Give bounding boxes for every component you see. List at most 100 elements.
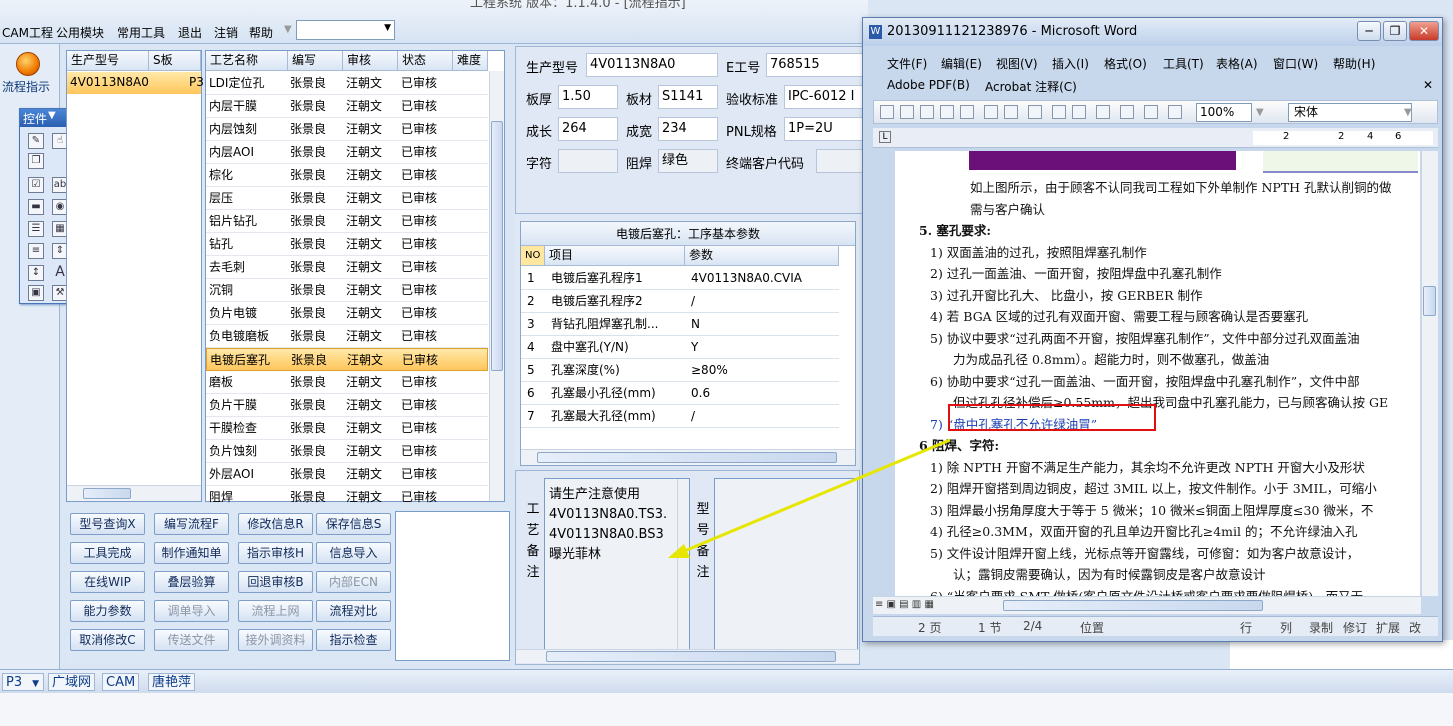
param-row[interactable]: 3 背钻孔阻焊塞孔制... N <box>521 313 839 336</box>
menu-combobox[interactable]: ▼ <box>296 20 395 40</box>
action-button[interactable]: 编写流程F <box>154 513 229 535</box>
power-icon[interactable] <box>16 52 40 76</box>
status-layer[interactable]: P3 ▼ <box>2 673 44 691</box>
action-button[interactable]: 修改信息R <box>238 513 313 535</box>
font-select[interactable]: 宋体 <box>1288 103 1412 122</box>
action-button[interactable]: 回退审核B <box>238 571 313 593</box>
copy-icon[interactable]: ❐ <box>28 153 44 169</box>
action-button[interactable]: 信息导入 <box>316 542 391 564</box>
word-titlebar[interactable]: W 20130911121238976 - Microsoft Word ─ ❐… <box>863 18 1442 46</box>
print-icon[interactable] <box>960 105 974 119</box>
table-row[interactable]: 电镀后塞孔 张景良 汪朝文 已审核 <box>206 348 488 371</box>
scroll-thumb[interactable] <box>546 651 836 662</box>
horizontal-scrollbar[interactable]: ≡ ▣ ▤ ▥ ▦ <box>873 596 1421 614</box>
table-row[interactable]: LDI定位孔 张景良 汪朝文 已审核 <box>206 72 488 95</box>
table-row[interactable]: 内层干膜 张景良 汪朝文 已审核 <box>206 95 488 118</box>
button-icon[interactable]: ▬ <box>28 199 44 215</box>
action-button[interactable]: 调单导入 <box>154 600 229 622</box>
table-row[interactable]: 负片电镀 张景良 汪朝文 已审核 <box>206 302 488 325</box>
param-row[interactable]: 4 盘中塞孔(Y/N) Y <box>521 336 839 359</box>
table-row[interactable]: 干膜检查 张景良 汪朝文 已审核 <box>206 417 488 440</box>
word-menu-item[interactable]: Adobe PDF(B) <box>887 78 970 92</box>
word-menu-item[interactable]: 表格(A) <box>1216 55 1258 72</box>
param-row[interactable]: 1 电镀后塞孔程序1 4V0113N8A0.CVIA <box>521 267 839 290</box>
param-row[interactable]: 6 孔塞最小孔径(mm) 0.6 <box>521 382 839 405</box>
table-row[interactable]: 层压 张景良 汪朝文 已审核 <box>206 187 488 210</box>
paste-icon[interactable] <box>1072 105 1086 119</box>
table-row[interactable]: 内层蚀刻 张景良 汪朝文 已审核 <box>206 118 488 141</box>
menu-common-tools[interactable]: 常用工具 <box>117 24 165 41</box>
table-row[interactable]: 去毛刺 张景良 汪朝文 已审核 <box>206 256 488 279</box>
width-field[interactable]: 234 <box>658 117 718 141</box>
word-menu-item[interactable]: 帮助(H) <box>1333 55 1375 72</box>
table-row[interactable]: 铝片钻孔 张景良 汪朝文 已审核 <box>206 210 488 233</box>
menu-logout[interactable]: 注销 <box>214 24 238 41</box>
col-header-difficulty[interactable]: 难度 <box>453 51 488 71</box>
menu-exit[interactable]: 退出 <box>178 24 202 41</box>
word-menu-item[interactable]: 文件(F) <box>887 55 927 72</box>
thickness-field[interactable]: 1.50 <box>558 85 618 109</box>
font-dropdown-icon[interactable]: ▼ <box>1404 107 1412 118</box>
col-header-author[interactable]: 编写 <box>288 51 343 71</box>
redo-icon[interactable] <box>1120 105 1134 119</box>
image-icon[interactable]: ▣ <box>28 285 44 301</box>
col-header-process[interactable]: 工艺名称 <box>206 51 288 71</box>
col-header-model[interactable]: 生产型号 <box>67 51 149 71</box>
permission-icon[interactable] <box>940 105 954 119</box>
link-icon[interactable] <box>1144 105 1158 119</box>
action-button[interactable]: 流程上网 <box>238 600 313 622</box>
toolbox-dropdown-icon[interactable]: ▼ <box>48 110 56 121</box>
word-menu-item[interactable]: Acrobat 注释(C) <box>985 78 1077 95</box>
menu-cam[interactable]: CAM工程 <box>2 24 53 41</box>
scroll-thumb[interactable] <box>491 121 503 371</box>
table-row[interactable]: 沉铜 张景良 汪朝文 已审核 <box>206 279 488 302</box>
char-field[interactable] <box>558 149 618 173</box>
vertical-scrollbar[interactable] <box>1421 151 1438 596</box>
action-button[interactable]: 流程对比 <box>316 600 391 622</box>
status-record[interactable]: 录制 <box>1309 619 1333 636</box>
col-header-reviewer[interactable]: 审核 <box>343 51 398 71</box>
horizontal-scrollbar[interactable] <box>521 449 855 465</box>
preview-icon[interactable] <box>984 105 998 119</box>
table-row[interactable]: 内层AOI 张景良 汪朝文 已审核 <box>206 141 488 164</box>
vertical-scrollbar[interactable] <box>489 71 504 501</box>
model-notes-box[interactable] <box>714 478 858 656</box>
length-field[interactable]: 264 <box>558 117 618 141</box>
close-icon[interactable]: ✕ <box>1409 21 1439 41</box>
col-header-s[interactable]: S板 <box>149 51 201 71</box>
word-menu-item[interactable]: 视图(V) <box>996 55 1038 72</box>
param-row[interactable]: 5 孔塞深度(%) ≥80% <box>521 359 839 382</box>
col-header-no[interactable]: NO <box>521 246 545 266</box>
table-row[interactable]: 负片干膜 张景良 汪朝文 已审核 <box>206 394 488 417</box>
action-button[interactable]: 指示检查 <box>316 629 391 651</box>
zoom-dropdown-icon[interactable]: ▼ <box>1256 107 1264 118</box>
word-menu-item[interactable]: 工具(T) <box>1163 55 1204 72</box>
scroll-thumb[interactable] <box>83 488 131 499</box>
new-icon[interactable] <box>880 105 894 119</box>
status-overtype[interactable]: 改 <box>1409 619 1421 636</box>
copy-icon[interactable] <box>1052 105 1066 119</box>
status-track[interactable]: 修订 <box>1343 619 1367 636</box>
tab-stop-icon[interactable]: L <box>879 131 891 143</box>
table-icon[interactable] <box>1168 105 1182 119</box>
param-row[interactable]: 2 电镀后塞孔程序2 / <box>521 290 839 313</box>
param-row[interactable]: 7 孔塞最大孔径(mm) / <box>521 405 839 428</box>
action-button[interactable]: 叠层验算 <box>154 571 229 593</box>
mask-field[interactable]: 绿色 <box>658 149 718 173</box>
minimize-icon[interactable]: ─ <box>1357 21 1381 41</box>
spell-icon[interactable] <box>1004 105 1018 119</box>
word-menu-item[interactable]: 窗口(W) <box>1273 55 1318 72</box>
vertical-scrollbar[interactable] <box>677 479 689 655</box>
undo-icon[interactable] <box>1096 105 1110 119</box>
action-button[interactable]: 接外调资料 <box>238 629 313 651</box>
col-header-param[interactable]: 参数 <box>685 246 839 266</box>
action-button[interactable]: 型号查询X <box>70 513 145 535</box>
save-icon[interactable] <box>920 105 934 119</box>
zoom-select[interactable]: 100% <box>1196 103 1252 122</box>
action-button[interactable]: 传送文件 <box>154 629 229 651</box>
list-icon[interactable]: ☰ <box>28 221 44 237</box>
action-button[interactable]: 工具完成 <box>70 542 145 564</box>
table-row[interactable]: 磨板 张景良 汪朝文 已审核 <box>206 371 488 394</box>
word-menu-item[interactable]: 格式(O) <box>1104 55 1147 72</box>
horizontal-scrollbar[interactable] <box>516 649 859 663</box>
